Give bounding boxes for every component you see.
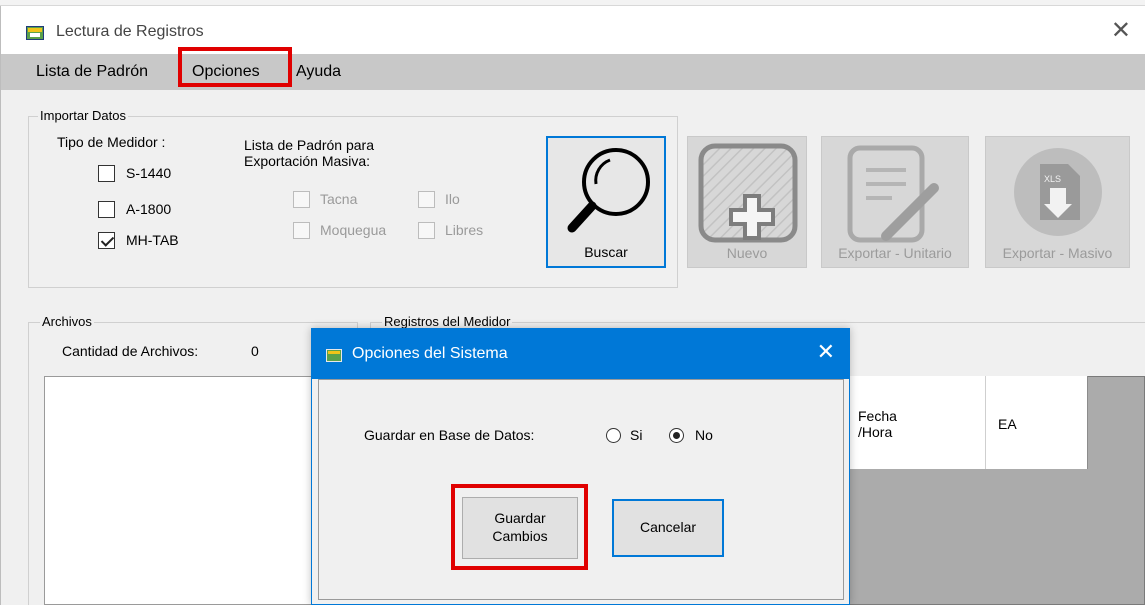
checkbox-s1440[interactable] [98, 165, 115, 182]
padron-label-line1: Lista de Padrón para [244, 137, 374, 153]
checkbox-ilo[interactable] [418, 191, 435, 208]
file-list[interactable] [44, 376, 340, 605]
column-ea[interactable]: EA [986, 376, 1088, 469]
column-ea-label: EA [998, 416, 1017, 432]
opciones-highlight-box [178, 47, 292, 87]
exportar-unitario-button[interactable]: Exportar - Unitario [821, 136, 969, 268]
archivos-count-value: 0 [251, 343, 259, 359]
radio-no-label: No [695, 427, 713, 443]
meter-type-label: Tipo de Medidor : [57, 134, 166, 150]
checkbox-s1440-label: S-1440 [126, 165, 172, 181]
dialog-app-icon [326, 349, 342, 362]
app-icon [26, 26, 44, 40]
buscar-label: Buscar [584, 244, 628, 260]
buscar-button[interactable]: Buscar [546, 136, 666, 268]
xls-export-icon [1014, 148, 1102, 236]
checkbox-moquegua-label: Moquegua [320, 222, 387, 238]
db-save-label: Guardar en Base de Datos: [364, 427, 535, 443]
column-fecha-hora[interactable]: Fecha /Hora [848, 376, 986, 469]
dialog-title: Opciones del Sistema [352, 345, 508, 362]
title-bar: Lectura de Registros ✕ [1, 6, 1145, 54]
exportar-masivo-button[interactable]: XLS Exportar - Masivo [985, 136, 1130, 268]
menu-lista-padron[interactable]: Lista de Padrón [36, 63, 148, 81]
archivos-group-label: Archivos [40, 314, 94, 329]
window-close-icon[interactable]: ✕ [1111, 16, 1131, 45]
dialog-title-bar: Opciones del Sistema ✕ [312, 329, 849, 379]
padron-label-line2: Exportación Masiva: [244, 153, 371, 169]
checkbox-tacna[interactable] [293, 191, 310, 208]
radio-si[interactable] [606, 428, 621, 443]
nuevo-button[interactable]: Nuevo [687, 136, 807, 268]
checkbox-libres-label: Libres [445, 222, 484, 238]
guardar-highlight-box [451, 484, 588, 570]
exportar-masivo-label: Exportar - Masivo [1002, 245, 1113, 261]
exportar-unitario-label: Exportar - Unitario [838, 245, 952, 261]
cancelar-button[interactable]: Cancelar [612, 499, 724, 557]
menu-ayuda[interactable]: Ayuda [296, 63, 341, 81]
checkbox-mhtab[interactable] [98, 232, 115, 249]
registros-group-label: Registros del Medidor [382, 314, 513, 329]
nuevo-label: Nuevo [726, 245, 768, 261]
menu-bar: Lista de Padrón Opciones Ayuda [1, 54, 1145, 90]
checkbox-mhtab-label: MH-TAB [126, 232, 179, 248]
edit-document-icon [847, 145, 939, 243]
column-fecha-hora-label: Fecha /Hora [858, 408, 897, 440]
radio-no[interactable] [669, 428, 684, 443]
new-document-icon [698, 143, 798, 243]
checkbox-tacna-label: Tacna [320, 191, 358, 207]
checkbox-moquegua[interactable] [293, 222, 310, 239]
window-title: Lectura de Registros [56, 23, 204, 40]
archivos-count-label: Cantidad de Archivos: [62, 343, 199, 359]
magnifier-icon [567, 148, 650, 233]
dialog-close-icon[interactable]: ✕ [817, 339, 835, 365]
radio-si-label: Si [630, 427, 643, 443]
checkbox-a1800[interactable] [98, 201, 115, 218]
checkbox-ilo-label: Ilo [445, 191, 460, 207]
import-group-label: Importar Datos [38, 108, 128, 123]
checkbox-libres[interactable] [418, 222, 435, 239]
xls-badge: XLS [1044, 174, 1062, 184]
checkbox-a1800-label: A-1800 [126, 201, 172, 217]
